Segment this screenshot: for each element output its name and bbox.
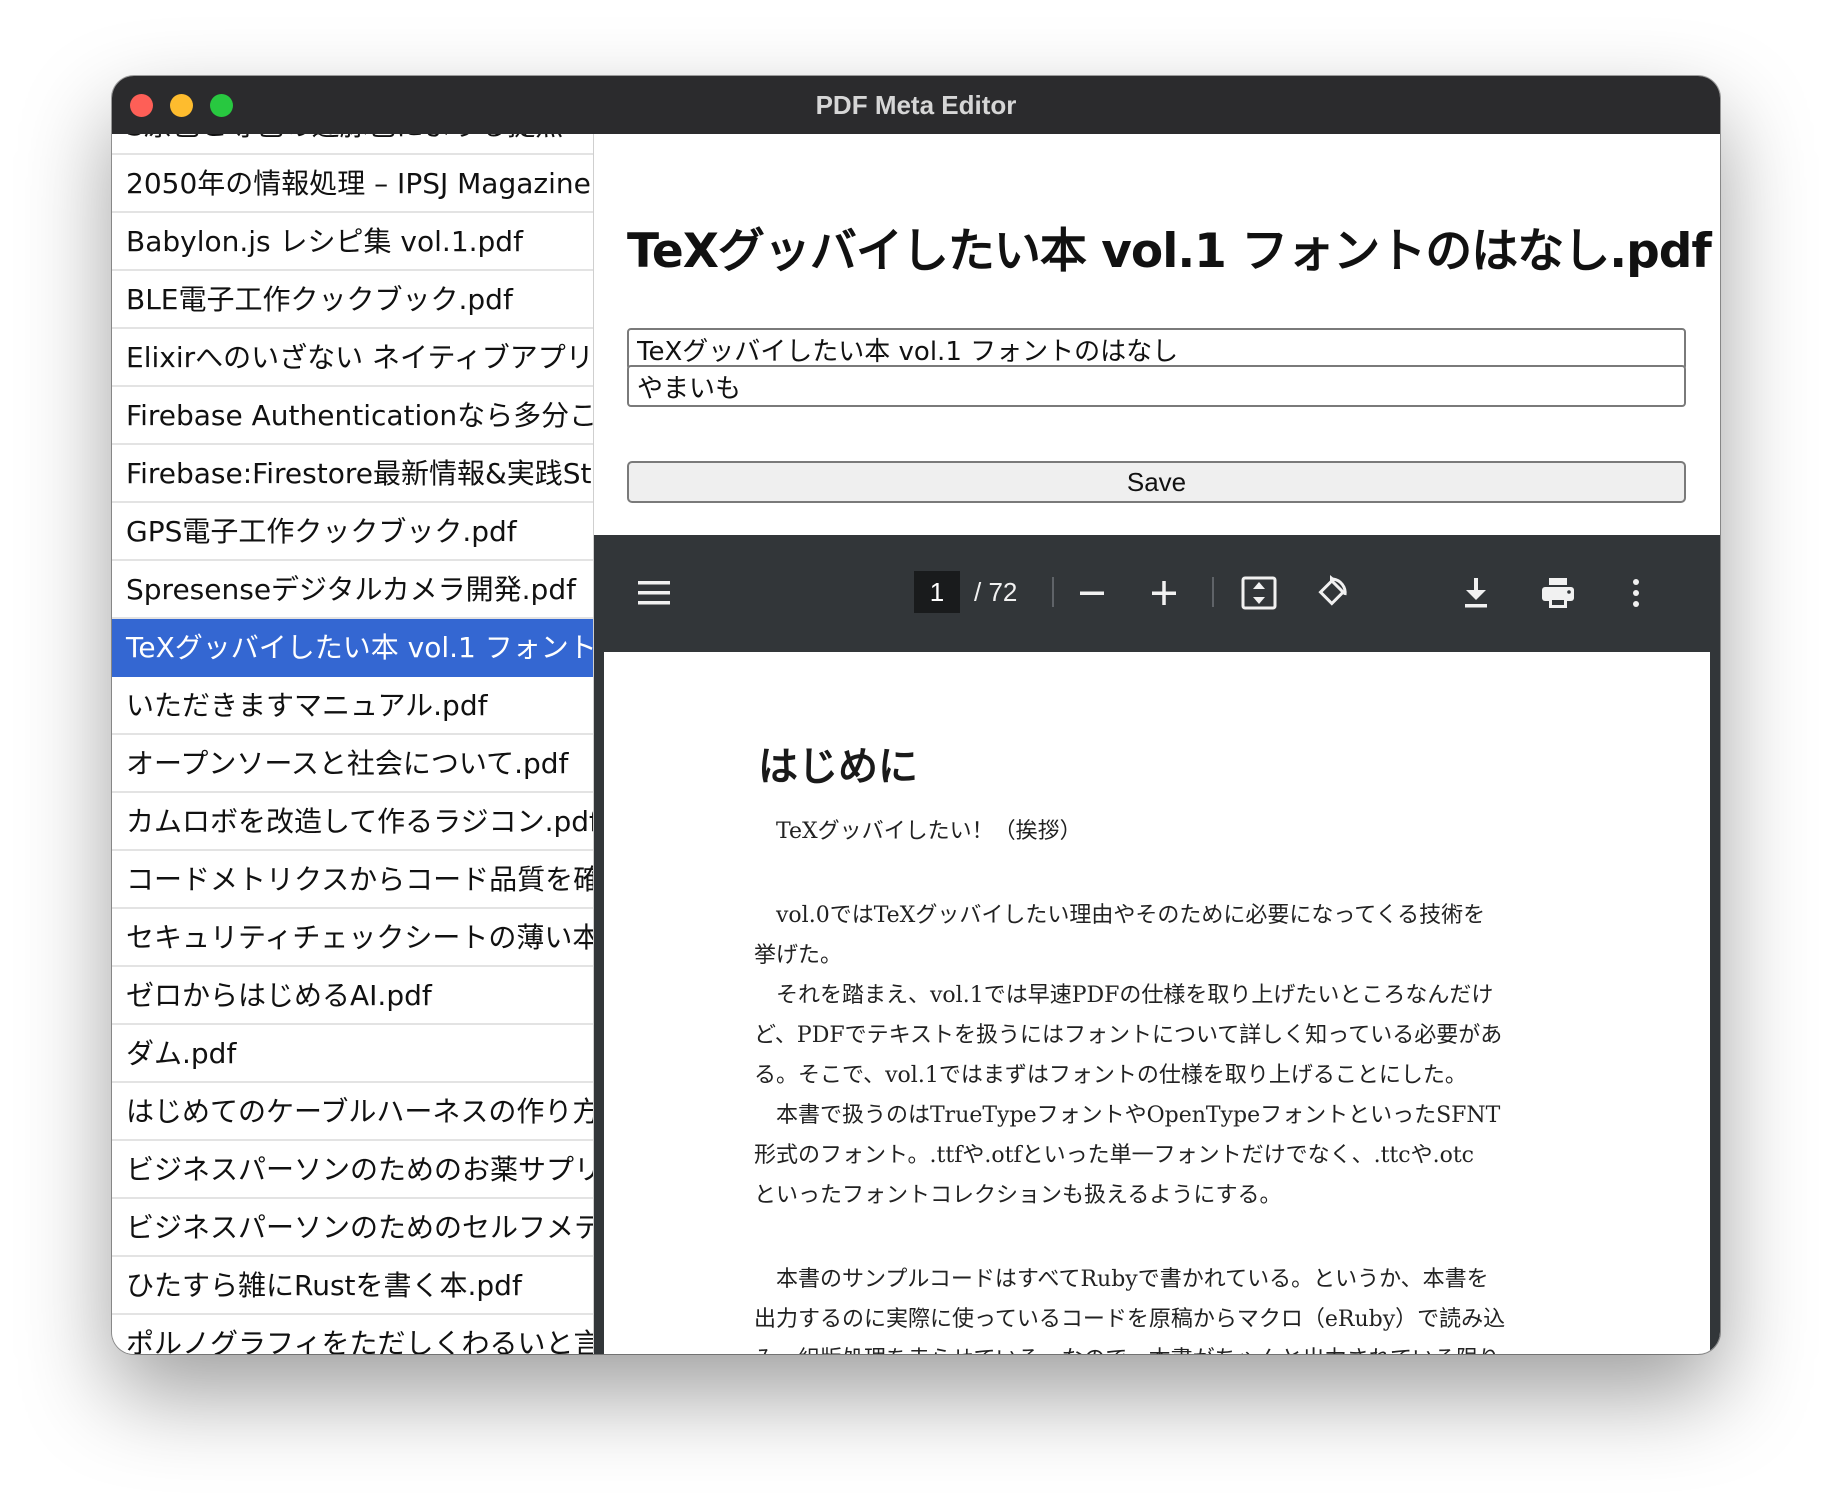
- pdf-text-line: み、組版処理を走らせている。なので、本書がちゃんと出力されている限り、: [754, 1340, 1574, 1354]
- file-list-item[interactable]: GPS電子工作クックブック.pdf: [112, 503, 593, 561]
- window-title: PDF Meta Editor: [815, 90, 1017, 120]
- app-window: PDF Meta Editor S原色と等色の違脉色によりる提点2050年の情報…: [112, 76, 1720, 1354]
- file-list-item[interactable]: ビジネスパーソンのためのお薬サプリ: [112, 1141, 593, 1199]
- file-list-item[interactable]: Firebase:Firestore最新情報&実践Stri: [112, 445, 593, 503]
- page-number-input[interactable]: 1: [914, 571, 960, 613]
- file-list-item[interactable]: Firebase Authenticationなら多分これ: [112, 387, 593, 445]
- file-list-item[interactable]: カムロボを改造して作るラジコン.pdf: [112, 793, 593, 851]
- file-list-item[interactable]: Babylon.js レシピ集 vol.1.pdf: [112, 213, 593, 271]
- pdf-text-line: る。そこで、vol.1ではまずはフォントの仕様を取り上げることにした。: [754, 1063, 1467, 1088]
- file-list-item[interactable]: S原色と等色の違脉色によりる提点: [112, 134, 593, 155]
- file-list-item[interactable]: Spresenseデジタルカメラ開発.pdf: [112, 561, 593, 619]
- file-list-item[interactable]: はじめてのケーブルハーネスの作り方: [112, 1083, 593, 1141]
- file-list-item[interactable]: コードメトリクスからコード品質を確: [112, 851, 593, 909]
- pdf-text-line: ど、PDFでテキストを扱うにはフォントについて詳しく知っている必要があ: [754, 1023, 1503, 1048]
- pdf-paragraph-gap: [754, 1216, 1574, 1260]
- title-field[interactable]: [627, 328, 1686, 370]
- save-button[interactable]: Save: [627, 461, 1686, 503]
- file-list-item[interactable]: BLE電子工作クックブック.pdf: [112, 271, 593, 329]
- pdf-text-line: 形式のフォント。.ttfや.otfといった単一フォントだけでなく、.ttcや.o…: [754, 1143, 1474, 1168]
- file-list[interactable]: S原色と等色の違脉色によりる提点2050年の情報処理 – IPSJ Magazi…: [112, 134, 594, 1354]
- file-list-item[interactable]: 2050年の情報処理 – IPSJ Magazine: [112, 155, 593, 213]
- pdf-text-line: vol.0ではTeXグッバイしたい理由やそのために必要になってくる技術を: [754, 903, 1486, 928]
- pdf-text-line: 本書のサンプルコードはすべてRubyで書かれている。というか、本書を: [754, 1267, 1489, 1292]
- pdf-toolbar: 1 / 72: [594, 535, 1720, 649]
- file-heading: TeXグッバイしたい本 vol.1 フォントのはなし.pdf: [627, 224, 1712, 279]
- file-list-item[interactable]: ダム.pdf: [112, 1025, 593, 1083]
- toolbar-divider: [1212, 577, 1214, 607]
- pdf-text-line: それを踏まえ、vol.1では早速PDFの仕様を取り上げたいところなんだけ: [754, 983, 1494, 1008]
- file-list-item[interactable]: オープンソースと社会について.pdf: [112, 735, 593, 793]
- pdf-viewer: 1 / 72 はじめに TeXグッバイしたい！（挨拶） vol.0ではTeXグッ…: [594, 535, 1720, 1354]
- file-list-item[interactable]: TeXグッバイしたい本 vol.1 フォントの: [112, 619, 593, 677]
- pdf-text-line: 本書で扱うのはTrueTypeフォントやOpenTypeフォントといったSFNT: [754, 1103, 1501, 1128]
- pdf-text-line: 挙げた。: [754, 943, 843, 968]
- file-list-item[interactable]: いただきますマニュアル.pdf: [112, 677, 593, 735]
- pdf-page-body: TeXグッバイしたい！（挨拶） vol.0ではTeXグッバイしたい理由やそのため…: [754, 812, 1574, 1354]
- zoom-out-icon[interactable]: [1070, 571, 1114, 615]
- title-bar: PDF Meta Editor: [112, 76, 1720, 135]
- page-total: / 72: [974, 577, 1018, 607]
- author-field[interactable]: [627, 365, 1686, 407]
- download-icon[interactable]: [1454, 571, 1498, 615]
- pdf-text-line: といったフォントコレクションも扱えるようにする。: [754, 1183, 1282, 1208]
- file-list-item[interactable]: ひたすら雑にRustを書く本.pdf: [112, 1257, 593, 1315]
- fit-page-icon[interactable]: [1237, 571, 1281, 615]
- zoom-in-icon[interactable]: [1142, 571, 1186, 615]
- file-list-item[interactable]: ポルノグラフィをただしくわるいと言: [112, 1315, 593, 1354]
- toolbar-divider: [1052, 577, 1054, 607]
- print-icon[interactable]: [1536, 571, 1580, 615]
- pdf-text-line: TeXグッバイしたい！（挨拶）: [754, 819, 1082, 844]
- pdf-text-line: 出力するのに実際に使っているコードを原稿からマクロ（eRuby）で読み込: [754, 1307, 1506, 1332]
- pdf-paragraph-gap: [754, 852, 1574, 896]
- editor-pane: TeXグッバイしたい本 vol.1 フォントのはなし.pdf Save 1 / …: [594, 134, 1720, 1354]
- file-list-item[interactable]: ゼロからはじめるAI.pdf: [112, 967, 593, 1025]
- pdf-page[interactable]: はじめに TeXグッバイしたい！（挨拶） vol.0ではTeXグッバイしたい理由…: [604, 652, 1710, 1354]
- file-list-item[interactable]: セキュリティチェックシートの薄い本: [112, 909, 593, 967]
- menu-icon[interactable]: [632, 571, 676, 615]
- file-list-item[interactable]: Elixirへのいざない ネイティブアプリ: [112, 329, 593, 387]
- pdf-page-heading: はじめに: [758, 743, 918, 790]
- rotate-icon[interactable]: [1309, 571, 1353, 615]
- file-list-item[interactable]: ビジネスパーソンのためのセルフメテ: [112, 1199, 593, 1257]
- more-vert-icon[interactable]: [1614, 571, 1658, 615]
